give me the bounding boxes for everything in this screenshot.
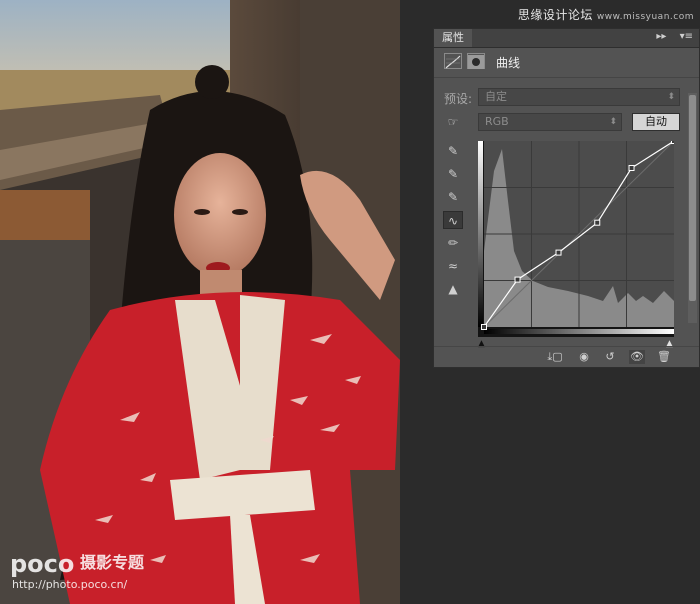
preset-value: 自定 bbox=[485, 90, 507, 103]
white-point-eyedropper-icon[interactable]: ✎ bbox=[443, 188, 463, 206]
curve-edit-points-icon[interactable]: ∿ bbox=[443, 211, 463, 229]
curve-control-point[interactable] bbox=[594, 219, 601, 226]
adjustment-title: 曲线 bbox=[496, 56, 521, 70]
smooth-curve-icon[interactable]: ≈ bbox=[443, 257, 463, 275]
curve-control-point[interactable] bbox=[481, 324, 487, 330]
clipping-warning-icon[interactable]: ▲ bbox=[443, 280, 463, 298]
curve-control-point[interactable] bbox=[671, 141, 675, 144]
photo-canvas: poco 摄影专题 http://photo.poco.cn/ bbox=[0, 0, 400, 604]
reset-icon[interactable]: ↺ bbox=[602, 350, 618, 364]
properties-panel: 属性 ▸▸ ▾≡ 曲线 预设: 自定 ⬍ ☞ RGB ⬍ 自动 ✎ ✎ ✎ ∿ ✏ … bbox=[433, 28, 700, 368]
panel-header: 曲线 bbox=[434, 47, 699, 78]
channel-dropdown[interactable]: RGB ⬍ bbox=[478, 113, 622, 131]
curve-control-point[interactable] bbox=[514, 276, 521, 283]
poco-logo: poco bbox=[10, 550, 74, 578]
poco-url: http://photo.poco.cn/ bbox=[12, 578, 128, 591]
delete-trash-icon[interactable]: 🗑 bbox=[656, 350, 672, 364]
targeted-adjustment-icon[interactable]: ☞ bbox=[443, 113, 463, 131]
panel-controls: ▸▸ ▾≡ bbox=[656, 31, 693, 42]
site-name: 思缘设计论坛 bbox=[517, 8, 593, 22]
view-previous-state-icon[interactable]: ◉ bbox=[576, 350, 592, 364]
site-watermark: 思缘设计论坛 www.missyuan.com bbox=[518, 6, 694, 23]
tab-properties[interactable]: 属性 bbox=[434, 29, 472, 47]
dropdown-arrow-icon: ⬍ bbox=[609, 117, 617, 127]
panel-footer: ⤓▢ ◉ ↺ 👁 🗑 bbox=[434, 346, 699, 367]
pencil-draw-icon[interactable]: ✏ bbox=[443, 234, 463, 252]
auto-button[interactable]: 自动 bbox=[632, 113, 680, 131]
poco-title: 摄影专题 bbox=[80, 553, 145, 572]
preset-dropdown[interactable]: 自定 ⬍ bbox=[478, 88, 680, 106]
preset-label: 预设: bbox=[444, 92, 473, 106]
scrollbar-thumb[interactable] bbox=[689, 95, 696, 301]
gray-point-eyedropper-icon[interactable]: ✎ bbox=[443, 165, 463, 183]
mask-icon[interactable] bbox=[467, 53, 485, 69]
panel-tab-bar: 属性 ▸▸ ▾≡ bbox=[434, 29, 699, 48]
panel-scrollbar[interactable] bbox=[688, 93, 697, 323]
curve-control-point[interactable] bbox=[555, 249, 562, 256]
curves-adjustment-icon[interactable] bbox=[444, 53, 462, 69]
black-point-eyedropper-icon[interactable]: ✎ bbox=[443, 142, 463, 160]
dropdown-arrow-icon: ⬍ bbox=[667, 92, 675, 102]
collapse-icon[interactable]: ▸▸ bbox=[656, 31, 666, 42]
panel-menu-icon[interactable]: ▾≡ bbox=[680, 31, 693, 42]
curves-graph[interactable] bbox=[478, 141, 674, 337]
photo-image: poco 摄影专题 http://photo.poco.cn/ bbox=[0, 0, 400, 604]
site-url: www.missyuan.com bbox=[596, 12, 694, 22]
curve-control-point[interactable] bbox=[628, 164, 635, 171]
channel-value: RGB bbox=[485, 115, 509, 128]
visibility-eye-icon[interactable]: 👁 bbox=[629, 350, 645, 364]
clip-to-layer-icon[interactable]: ⤓▢ bbox=[547, 350, 563, 364]
